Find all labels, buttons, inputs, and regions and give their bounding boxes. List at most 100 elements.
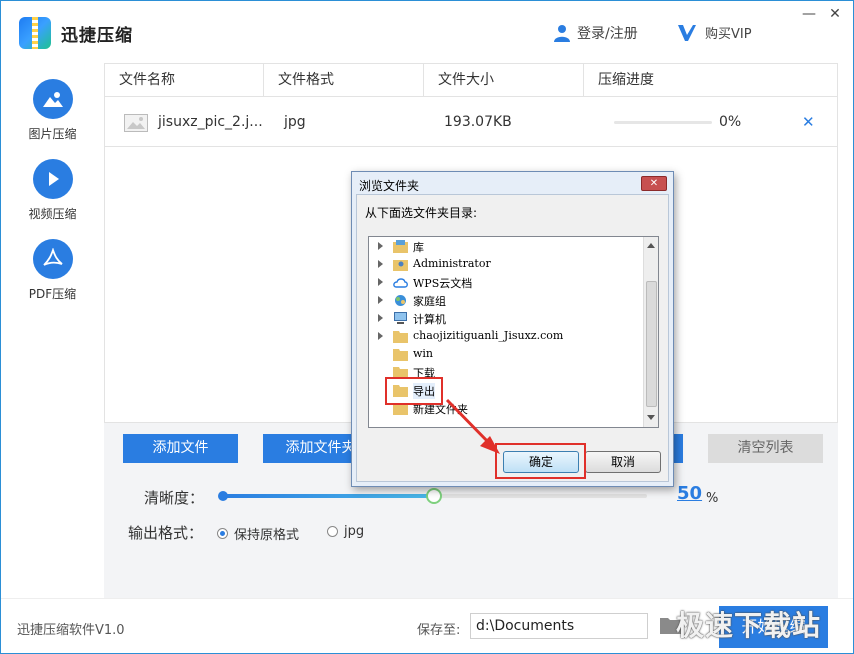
homegroup-icon	[395, 295, 406, 306]
tree-item-label: 导出	[413, 383, 435, 399]
clarity-slider-fill	[221, 494, 434, 498]
tree-item-computer[interactable]: 计算机	[369, 310, 641, 328]
tree-item-library[interactable]: 库	[369, 238, 641, 256]
column-header-progress: 压缩进度	[598, 72, 654, 88]
scroll-up-icon[interactable]	[647, 243, 655, 248]
file-name: jisuxz_pic_2.j...	[158, 114, 263, 130]
progress-bar	[614, 121, 712, 124]
tree-item-export[interactable]: 导出	[369, 382, 641, 400]
folder-icon	[393, 349, 408, 361]
expand-arrow-icon[interactable]	[378, 332, 383, 340]
dialog-prompt: 从下面选文件夹目录:	[365, 206, 478, 220]
folder-icon	[393, 385, 408, 397]
column-header-size: 文件大小	[424, 64, 584, 97]
login-register-button[interactable]: 登录/注册	[553, 23, 638, 43]
clarity-slider-handle[interactable]	[426, 488, 442, 504]
version-label: 迅捷压缩软件V1.0	[17, 623, 125, 638]
pdf-icon	[32, 239, 73, 279]
dialog-cancel-button[interactable]: 取消	[585, 451, 661, 473]
watermark-text: 极速下载站	[676, 609, 822, 642]
app-title: 迅捷压缩	[61, 26, 133, 46]
file-format: jpg	[284, 114, 306, 130]
tree-item-win[interactable]: win	[369, 346, 641, 364]
sidebar-item-video-compress[interactable]: 视频压缩	[1, 159, 104, 222]
tree-item-label: Administrator	[413, 257, 491, 270]
login-register-label: 登录/注册	[577, 26, 638, 42]
clarity-label: 清晰度：	[144, 489, 205, 507]
tree-item-label: chaojizitiguanli_Jisuxz.com	[413, 329, 564, 342]
remove-file-button[interactable]: ✕	[802, 97, 815, 147]
image-icon	[32, 79, 73, 119]
dialog-body: 从下面选文件夹目录: 库 Administrator WPS云文档 家庭组 计算…	[356, 194, 669, 482]
column-header-name: 文件名称	[105, 64, 264, 97]
radio-label: 保持原格式	[234, 528, 300, 543]
tree-item-label: 计算机	[413, 313, 446, 326]
tree-scrollbar[interactable]	[643, 237, 658, 427]
tree-item-label: 新建文件夹	[413, 403, 468, 416]
save-path-input[interactable]	[470, 613, 648, 639]
browse-folder-dialog: 浏览文件夹 ✕ 从下面选文件夹目录: 库 Administrator WPS云文…	[351, 171, 674, 487]
clarity-slider[interactable]	[218, 488, 647, 504]
folder-icon	[393, 331, 408, 343]
library-icon	[393, 240, 408, 253]
sidebar-item-label: PDF压缩	[28, 287, 77, 301]
image-file-icon	[124, 114, 148, 132]
tree-item-label: 下载	[413, 367, 435, 380]
tree-item-download[interactable]: 下载	[369, 364, 641, 382]
folder-icon	[393, 403, 408, 415]
radio-label: jpg	[344, 524, 365, 539]
radio-jpg-format[interactable]: jpg	[327, 524, 364, 539]
tree-item-label: 库	[413, 241, 424, 254]
clear-list-button[interactable]: 清空列表	[708, 434, 823, 463]
scroll-thumb[interactable]	[646, 281, 657, 407]
buy-vip-button[interactable]: 购买VIP	[677, 23, 752, 42]
expand-arrow-icon[interactable]	[378, 242, 383, 250]
radio-keep-original-format[interactable]: 保持原格式	[217, 524, 299, 543]
output-format-label: 输出格式：	[128, 524, 204, 542]
expand-arrow-icon[interactable]	[378, 296, 383, 304]
sidebar: 图片压缩 视频压缩 PDF压缩	[1, 63, 104, 598]
dialog-close-button[interactable]: ✕	[641, 176, 667, 191]
sidebar-item-label: 图片压缩	[28, 127, 77, 141]
close-window-button[interactable]: ✕	[823, 5, 847, 23]
expand-arrow-icon[interactable]	[378, 278, 383, 286]
radio-dot	[217, 528, 228, 539]
progress-text: 0%	[719, 114, 742, 130]
table-row[interactable]: jisuxz_pic_2.j... jpg 193.07KB 0% ✕	[105, 97, 837, 147]
tree-item-label: WPS云文档	[413, 277, 473, 290]
tree-item-homegroup[interactable]: 家庭组	[369, 292, 641, 310]
user-icon	[554, 25, 570, 42]
minimize-button[interactable]: —	[797, 5, 821, 23]
tree-item-new-folder[interactable]: 新建文件夹	[369, 400, 641, 418]
folder-tree[interactable]: 库 Administrator WPS云文档 家庭组 计算机 chaojizit…	[368, 236, 659, 428]
expand-arrow-icon[interactable]	[378, 314, 383, 322]
table-header: 文件名称 文件格式 文件大小 压缩进度	[105, 64, 837, 97]
clarity-unit: %	[706, 491, 719, 506]
tree-item-wps-cloud[interactable]: WPS云文档	[369, 274, 641, 292]
user-folder-icon	[393, 260, 408, 271]
file-size: 193.07KB	[444, 114, 512, 130]
dialog-ok-button[interactable]: 确定	[503, 451, 579, 473]
sidebar-item-image-compress[interactable]: 图片压缩	[1, 79, 104, 142]
tree-item-administrator[interactable]: Administrator	[369, 256, 641, 274]
app-logo-icon	[19, 17, 51, 49]
tree-item-chaojizitiguanli[interactable]: chaojizitiguanli_Jisuxz.com	[369, 328, 641, 346]
clarity-value: 50	[677, 483, 703, 504]
cloud-icon	[393, 278, 408, 288]
computer-icon	[394, 312, 407, 324]
tree-item-label: 家庭组	[413, 295, 446, 308]
header: 迅捷压缩 登录/注册 购买VIP — ✕	[1, 1, 853, 63]
vip-v-icon	[678, 24, 696, 41]
play-icon	[32, 159, 73, 199]
add-file-button[interactable]: 添加文件	[123, 434, 238, 463]
folder-icon	[393, 367, 408, 379]
buy-vip-label: 购买VIP	[705, 27, 752, 42]
save-to-label: 保存至:	[417, 623, 461, 638]
radio-dot	[327, 526, 338, 537]
sidebar-item-pdf-compress[interactable]: PDF压缩	[1, 239, 104, 302]
clarity-slider-start	[218, 491, 228, 501]
column-header-format: 文件格式	[264, 64, 424, 97]
expand-arrow-icon[interactable]	[378, 260, 383, 268]
scroll-down-icon[interactable]	[647, 415, 655, 420]
dialog-title: 浏览文件夹	[359, 179, 420, 193]
